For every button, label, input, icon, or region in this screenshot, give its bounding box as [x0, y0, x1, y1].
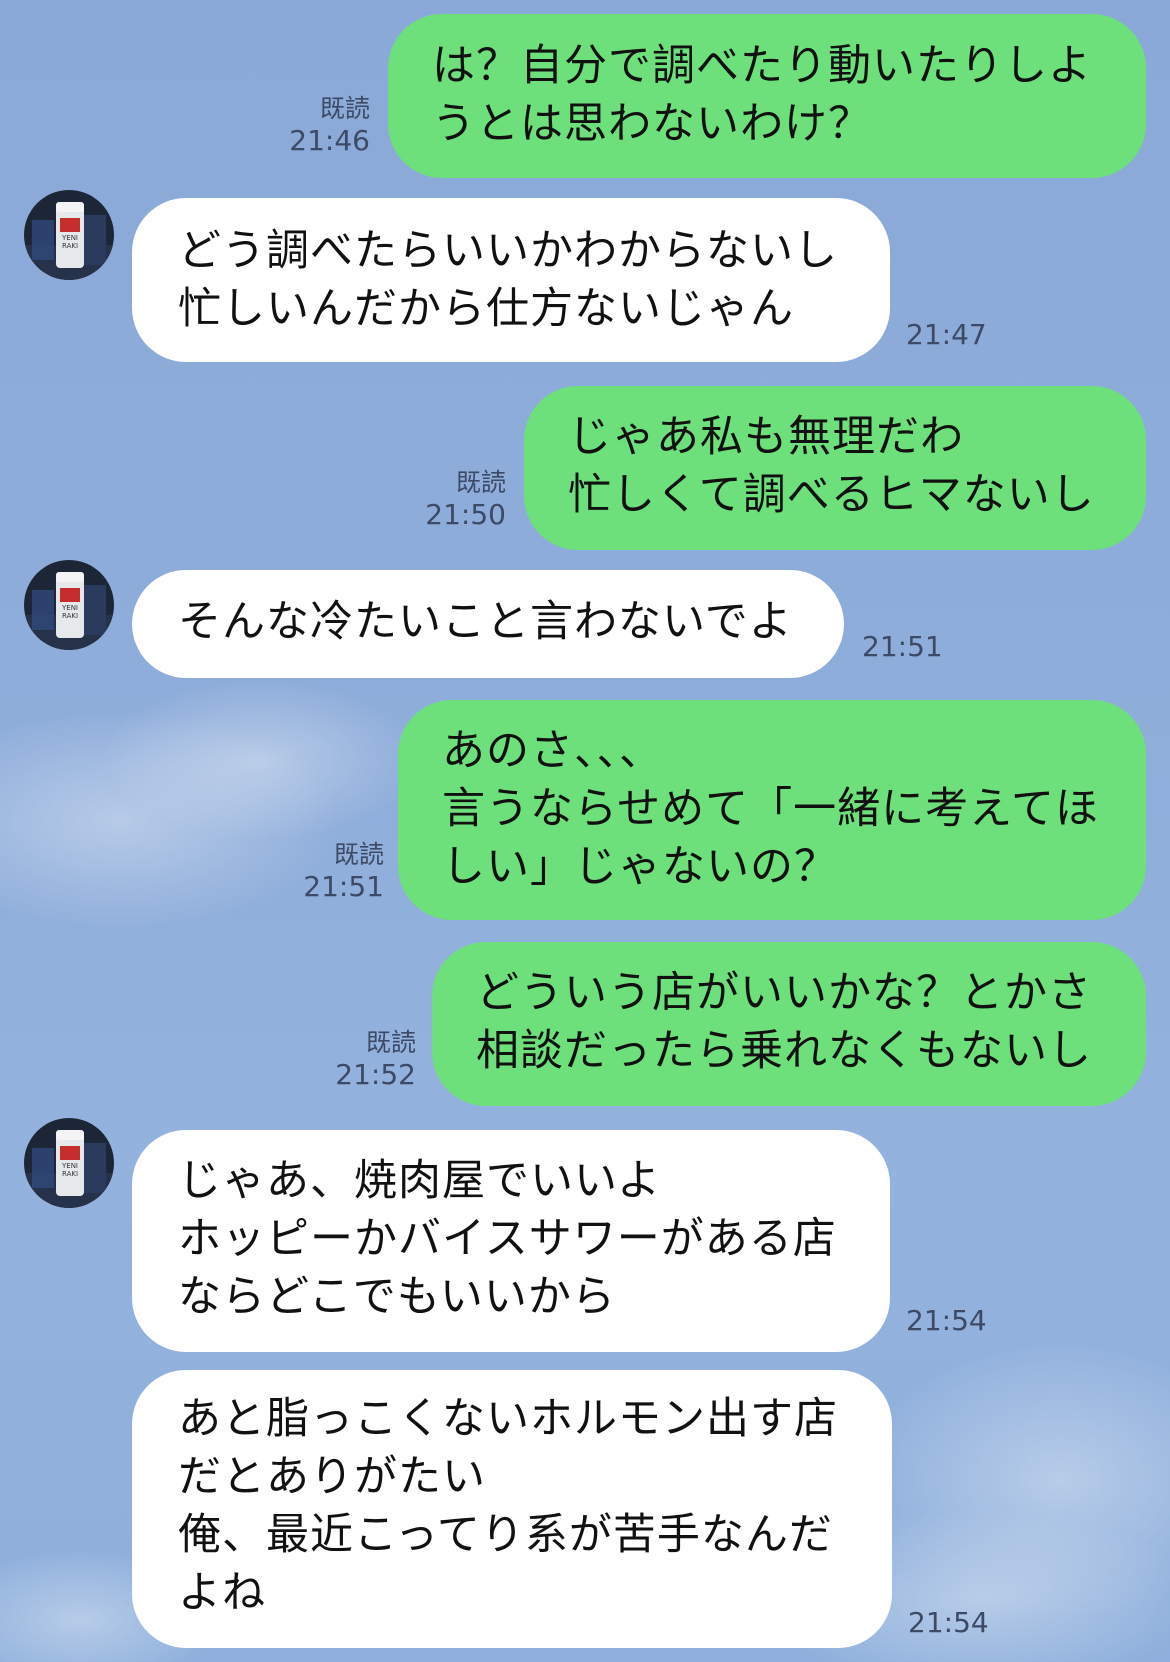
- avatar-text: RAKI: [62, 612, 78, 620]
- message-bubble-sent[interactable]: あのさ、、、 言うならせめて「一緒に考えてほ しい」じゃないの？: [398, 700, 1146, 920]
- message-row: YENI RAKI そんな冷たいこと言わないでよ 21:51: [0, 560, 1170, 680]
- timestamp: 21:47: [906, 318, 987, 351]
- message-meta: 既読 21:51: [303, 840, 384, 904]
- message-line: だとありがたい: [178, 1452, 486, 1502]
- avatar[interactable]: YENI RAKI: [24, 560, 114, 650]
- message-line: あと脂っこくないホルモン出す店: [178, 1394, 838, 1444]
- avatar-text: YENI: [61, 234, 78, 242]
- message-line: 言うならせめて「一緒に考えてほ: [442, 784, 1099, 834]
- message-line: 俺、最近こってり系が苦手なんだ: [178, 1510, 833, 1560]
- message-bubble-sent[interactable]: どういう店がいいかな？とかさ 相談だったら乗れなくもないし: [432, 942, 1146, 1106]
- avatar-image: YENI RAKI: [24, 190, 114, 280]
- read-receipt: 既読: [319, 94, 370, 123]
- message-meta: 既読 21:52: [335, 1028, 416, 1092]
- message-line: は？自分で調べたり動いたりしよ: [432, 41, 1092, 91]
- message-bubble-sent[interactable]: は？自分で調べたり動いたりしよ うとは思わないわけ？: [388, 14, 1146, 178]
- message-bubble-sent[interactable]: じゃあ私も無理だわ 忙しくて調べるヒマないし: [524, 386, 1146, 550]
- message-bubble-received[interactable]: そんな冷たいこと言わないでよ: [132, 570, 844, 678]
- message-line: 忙しくて調べるヒマないし: [568, 470, 1095, 520]
- message-line: ならどこでもいいから: [178, 1272, 616, 1322]
- avatar[interactable]: YENI RAKI: [24, 190, 114, 280]
- avatar-text: YENI: [61, 1162, 78, 1170]
- message-meta: 既読 21:46: [289, 94, 370, 158]
- timestamp: 21:46: [289, 124, 370, 157]
- timestamp: 21:51: [862, 630, 943, 663]
- message-row: 既読 21:52 どういう店がいいかな？とかさ 相談だったら乗れなくもないし: [0, 942, 1170, 1106]
- read-receipt: 既読: [365, 1028, 416, 1057]
- avatar-text: RAKI: [62, 242, 78, 250]
- message-bubble-received[interactable]: あと脂っこくないホルモン出す店 だとありがたい 俺、最近こってり系が苦手なんだ …: [132, 1370, 892, 1648]
- message-line: じゃあ私も無理だわ: [568, 412, 964, 462]
- message-row: YENI RAKI じゃあ、焼肉屋でいいよ ホッピーかバイスサワーがある店 なら…: [0, 1118, 1170, 1354]
- read-receipt: 既読: [455, 468, 506, 497]
- timestamp: 21:52: [335, 1058, 416, 1091]
- message-row: あと脂っこくないホルモン出す店 だとありがたい 俺、最近こってり系が苦手なんだ …: [0, 1370, 1170, 1652]
- message-bubble-received[interactable]: じゃあ、焼肉屋でいいよ ホッピーかバイスサワーがある店 ならどこでもいいから: [132, 1130, 890, 1352]
- message-line: うとは思わないわけ？: [432, 99, 872, 149]
- message-line: あのさ、、、: [442, 726, 663, 776]
- avatar-image: YENI RAKI: [24, 560, 114, 650]
- message-row: 既読 21:46 は？自分で調べたり動いたりしよ うとは思わないわけ？: [0, 14, 1170, 178]
- avatar-text: YENI: [61, 604, 78, 612]
- message-line: ホッピーかバイスサワーがある店: [178, 1214, 837, 1264]
- avatar-image: YENI RAKI: [24, 1118, 114, 1208]
- timestamp: 21:50: [425, 498, 506, 531]
- message-line: 忙しいんだから仕方ないじゃん: [178, 284, 794, 334]
- message-row: YENI RAKI どう調べたらいいかわからないし 忙しいんだから仕方ないじゃん…: [0, 190, 1170, 362]
- message-meta: 既読 21:50: [425, 468, 506, 532]
- message-line: そんな冷たいこと言わないでよ: [178, 597, 793, 647]
- message-line: 相談だったら乗れなくもないし: [476, 1026, 1092, 1076]
- timestamp: 21:54: [908, 1606, 989, 1639]
- avatar[interactable]: YENI RAKI: [24, 1118, 114, 1208]
- message-row: 既読 21:50 じゃあ私も無理だわ 忙しくて調べるヒマないし: [0, 386, 1170, 550]
- timestamp: 21:51: [303, 870, 384, 903]
- message-line: じゃあ、焼肉屋でいいよ: [178, 1156, 662, 1206]
- message-line: どう調べたらいいかわからないし: [178, 226, 838, 276]
- avatar-text: RAKI: [62, 1170, 78, 1178]
- message-line: どういう店がいいかな？とかさ: [476, 968, 1092, 1018]
- message-line: しい」じゃないの？: [442, 842, 838, 892]
- read-receipt: 既読: [333, 840, 384, 869]
- message-bubble-received[interactable]: どう調べたらいいかわからないし 忙しいんだから仕方ないじゃん: [132, 198, 890, 362]
- timestamp: 21:54: [906, 1304, 987, 1337]
- message-row: 既読 21:51 あのさ、、、 言うならせめて「一緒に考えてほ しい」じゃないの…: [0, 700, 1170, 920]
- message-line: よね: [178, 1568, 266, 1618]
